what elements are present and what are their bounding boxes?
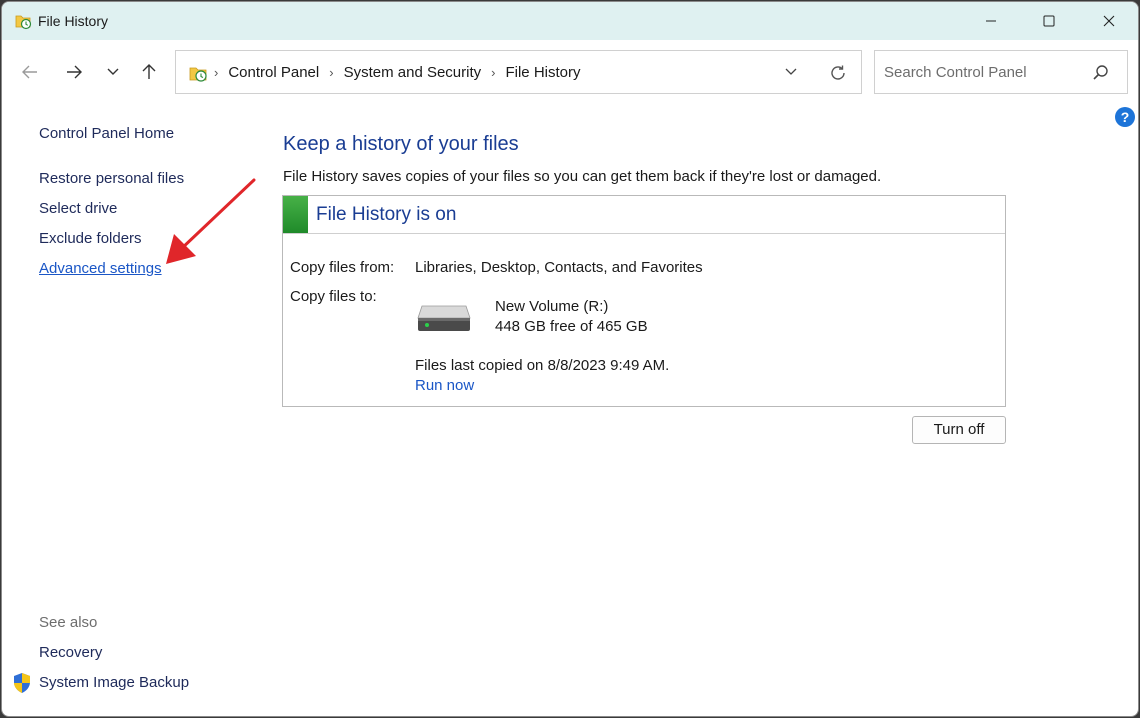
breadcrumb-separator[interactable]: › [214,65,218,80]
search-input[interactable] [884,61,1084,83]
system-image-backup-link[interactable]: System Image Backup [39,674,189,691]
control-panel-home-link[interactable]: Control Panel Home [39,125,174,142]
copy-to-label: Copy files to: [290,288,377,305]
file-history-location-icon [189,67,207,82]
search-box[interactable] [874,50,1128,94]
page-title: Keep a history of your files [283,133,519,155]
exclude-folders-link[interactable]: Exclude folders [39,230,142,247]
chevron-down-icon [107,68,119,75]
recent-locations-button[interactable] [99,58,127,86]
drive-space: 448 GB free of 465 GB [495,318,648,335]
run-now-link[interactable]: Run now [415,377,474,394]
recovery-link[interactable]: Recovery [39,644,102,661]
address-dropdown-button[interactable] [780,61,802,83]
copy-from-value: Libraries, Desktop, Contacts, and Favori… [415,259,703,276]
breadcrumb-separator[interactable]: › [329,65,333,80]
see-also-heading: See also [39,614,98,631]
uac-shield-icon [14,673,30,693]
breadcrumb-system-and-security[interactable]: System and Security [344,64,482,81]
select-drive-link[interactable]: Select drive [39,200,117,217]
breadcrumb-file-history[interactable]: File History [505,64,580,81]
window-title: File History [38,13,109,29]
forward-arrow-icon [67,65,82,79]
help-icon[interactable]: ? [1115,107,1135,127]
back-arrow-icon [22,65,37,79]
drive-name: New Volume (R:) [495,298,609,315]
breadcrumb: › Control Panel › System and Security › … [214,51,581,93]
up-button[interactable] [135,58,163,86]
minimize-button[interactable] [962,2,1020,40]
file-history-status-panel: File History is on Copy files from: Libr… [282,195,1006,407]
chevron-down-icon [785,68,797,75]
breadcrumb-control-panel[interactable]: Control Panel [228,64,319,81]
page-description: File History saves copies of your files … [283,168,882,185]
annotation-arrow [166,178,256,264]
address-bar[interactable]: › Control Panel › System and Security › … [175,50,862,94]
forward-button[interactable] [60,58,88,86]
status-title: File History is on [316,204,457,225]
title-bar: File History [2,2,1138,40]
search-icon[interactable] [1091,63,1111,83]
status-indicator [283,196,308,233]
breadcrumb-separator[interactable]: › [491,65,495,80]
maximize-button[interactable] [1020,2,1078,40]
drive-icon [417,305,471,331]
back-button[interactable] [16,58,44,86]
advanced-settings-link[interactable]: Advanced settings [39,260,162,277]
refresh-button[interactable] [826,61,850,85]
file-history-app-icon [15,15,32,30]
last-copied-text: Files last copied on 8/8/2023 9:49 AM. [415,357,670,374]
status-header: File History is on [283,196,1005,234]
maximize-icon [1043,15,1055,27]
copy-from-label: Copy files from: [290,259,395,276]
turn-off-button[interactable]: Turn off [912,416,1006,444]
minimize-icon [986,20,996,22]
close-button[interactable] [1080,2,1138,40]
up-arrow-icon [142,64,156,79]
close-icon [1103,15,1115,27]
refresh-icon [831,65,845,80]
file-history-window: File History › Control Panel › System an… [1,1,1139,717]
